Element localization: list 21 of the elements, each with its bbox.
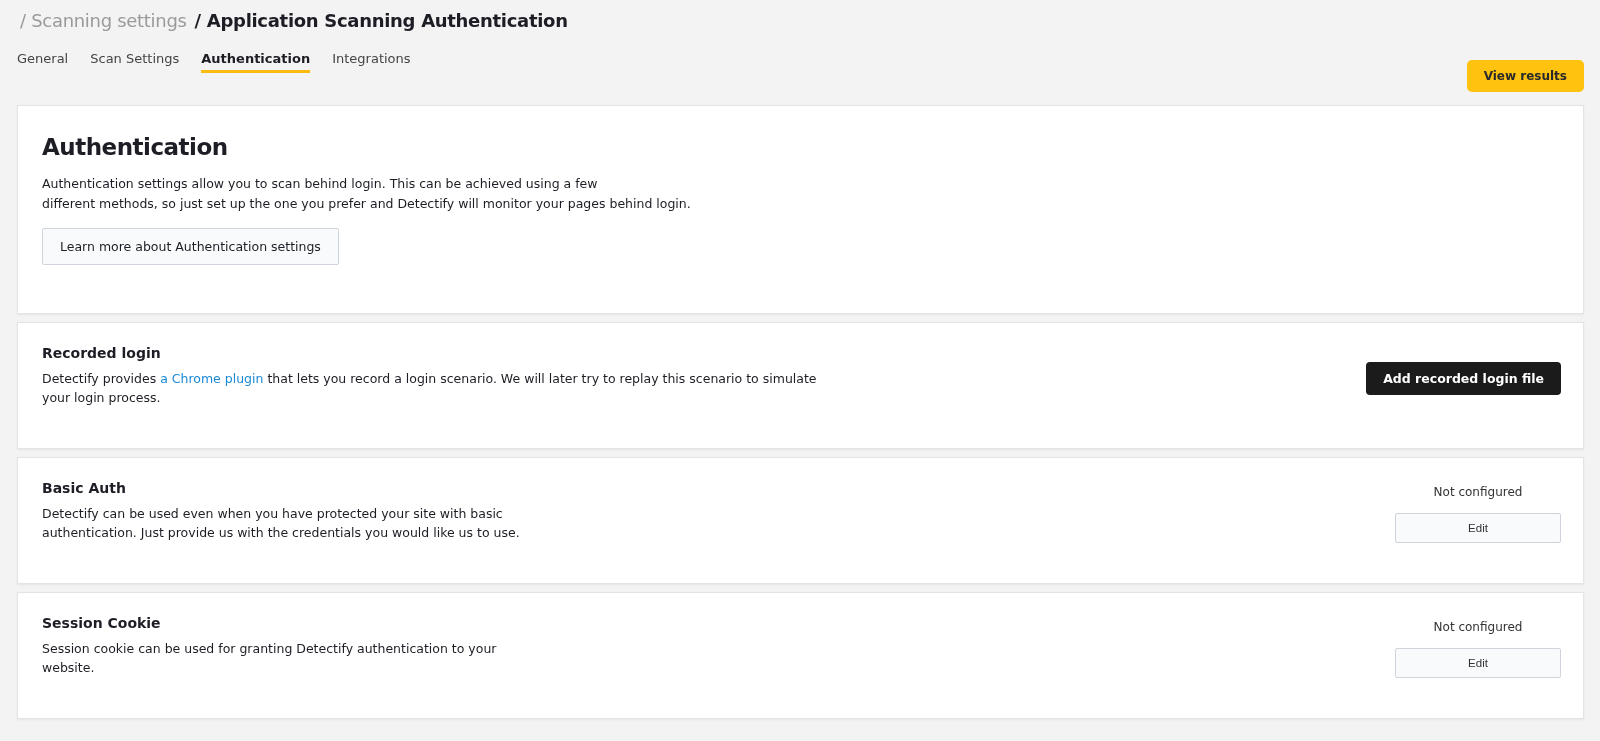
chrome-plugin-link[interactable]: a Chrome plugin [160, 371, 264, 386]
description-text: Authentication settings allow you to scan behind login. This can be achieved using a few different methods, so just set up the one you prefer and Detectify will monitor your pages behind login. [42, 175, 692, 213]
description-text: Detectify provides a Chrome plugin that lets you record a login scenario. We will later try to replay this scenario to simulate your login process. [42, 370, 818, 407]
section-heading: Basic Auth [42, 480, 127, 496]
section-heading: Authentication [42, 134, 229, 160]
tab[interactable]: General [17, 51, 69, 73]
section-heading: Session Cookie [42, 615, 162, 631]
edit-button[interactable]: Edit [1395, 648, 1561, 678]
tab[interactable]: Scan Settings [90, 51, 180, 73]
description-text: Session cookie can be used for granting Detectify authentication to your website. [42, 640, 498, 677]
description-text: Detectify can be used even when you have protected your site with basic authentication. Just provide us with the credentials you would like us to use. [42, 505, 521, 542]
learn-more-button[interactable]: Learn more about Authentication settings [42, 228, 339, 265]
page-title: / Application Scanning Authentication [194, 10, 568, 31]
tab[interactable]: Integrations [332, 51, 411, 73]
status-text: Not configured [1433, 485, 1523, 499]
view-results-button[interactable]: View results [1466, 60, 1584, 92]
add-file-button[interactable]: Add recorded login file [1366, 362, 1561, 395]
tab[interactable]: Authentication [201, 51, 311, 73]
section-heading: Recorded login [42, 345, 162, 361]
status-text: Not configured [1433, 620, 1523, 634]
edit-button[interactable]: Edit [1395, 513, 1561, 543]
